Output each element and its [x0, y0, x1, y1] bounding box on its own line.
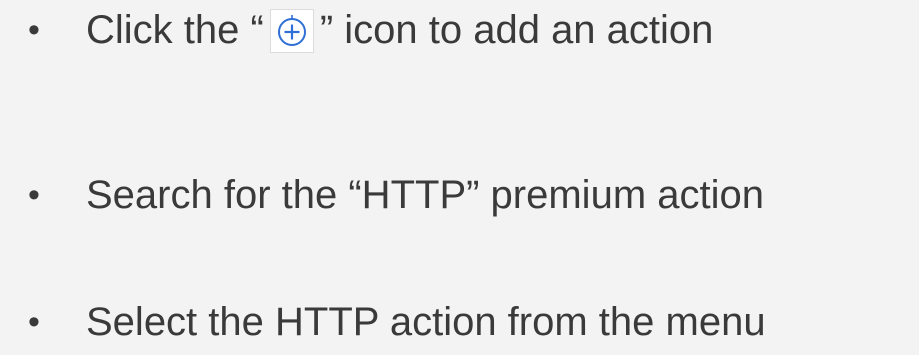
bullet-text-before-icon: Click the “ [86, 8, 264, 52]
bullet-text: Select the HTTP action from the menu [86, 300, 766, 344]
bullet-item-add-action: • Click the “ ” icon to add an action [28, 0, 713, 60]
bullet-dot: • [28, 176, 40, 214]
bullet-text-after-icon: ” icon to add an action [319, 8, 714, 52]
bullet-item-search-http: • Search for the “HTTP” premium action [28, 165, 764, 225]
bullet-text: Click the “ ” icon to add an action [86, 8, 714, 53]
bullet-text: Search for the “HTTP” premium action [86, 173, 764, 217]
add-circle-icon [269, 9, 314, 53]
bullet-item-select-http: • Select the HTTP action from the menu [28, 292, 766, 352]
slide: • Click the “ ” icon to add an action • … [0, 0, 919, 355]
bullet-dot: • [28, 303, 40, 341]
bullet-dot: • [28, 11, 40, 49]
